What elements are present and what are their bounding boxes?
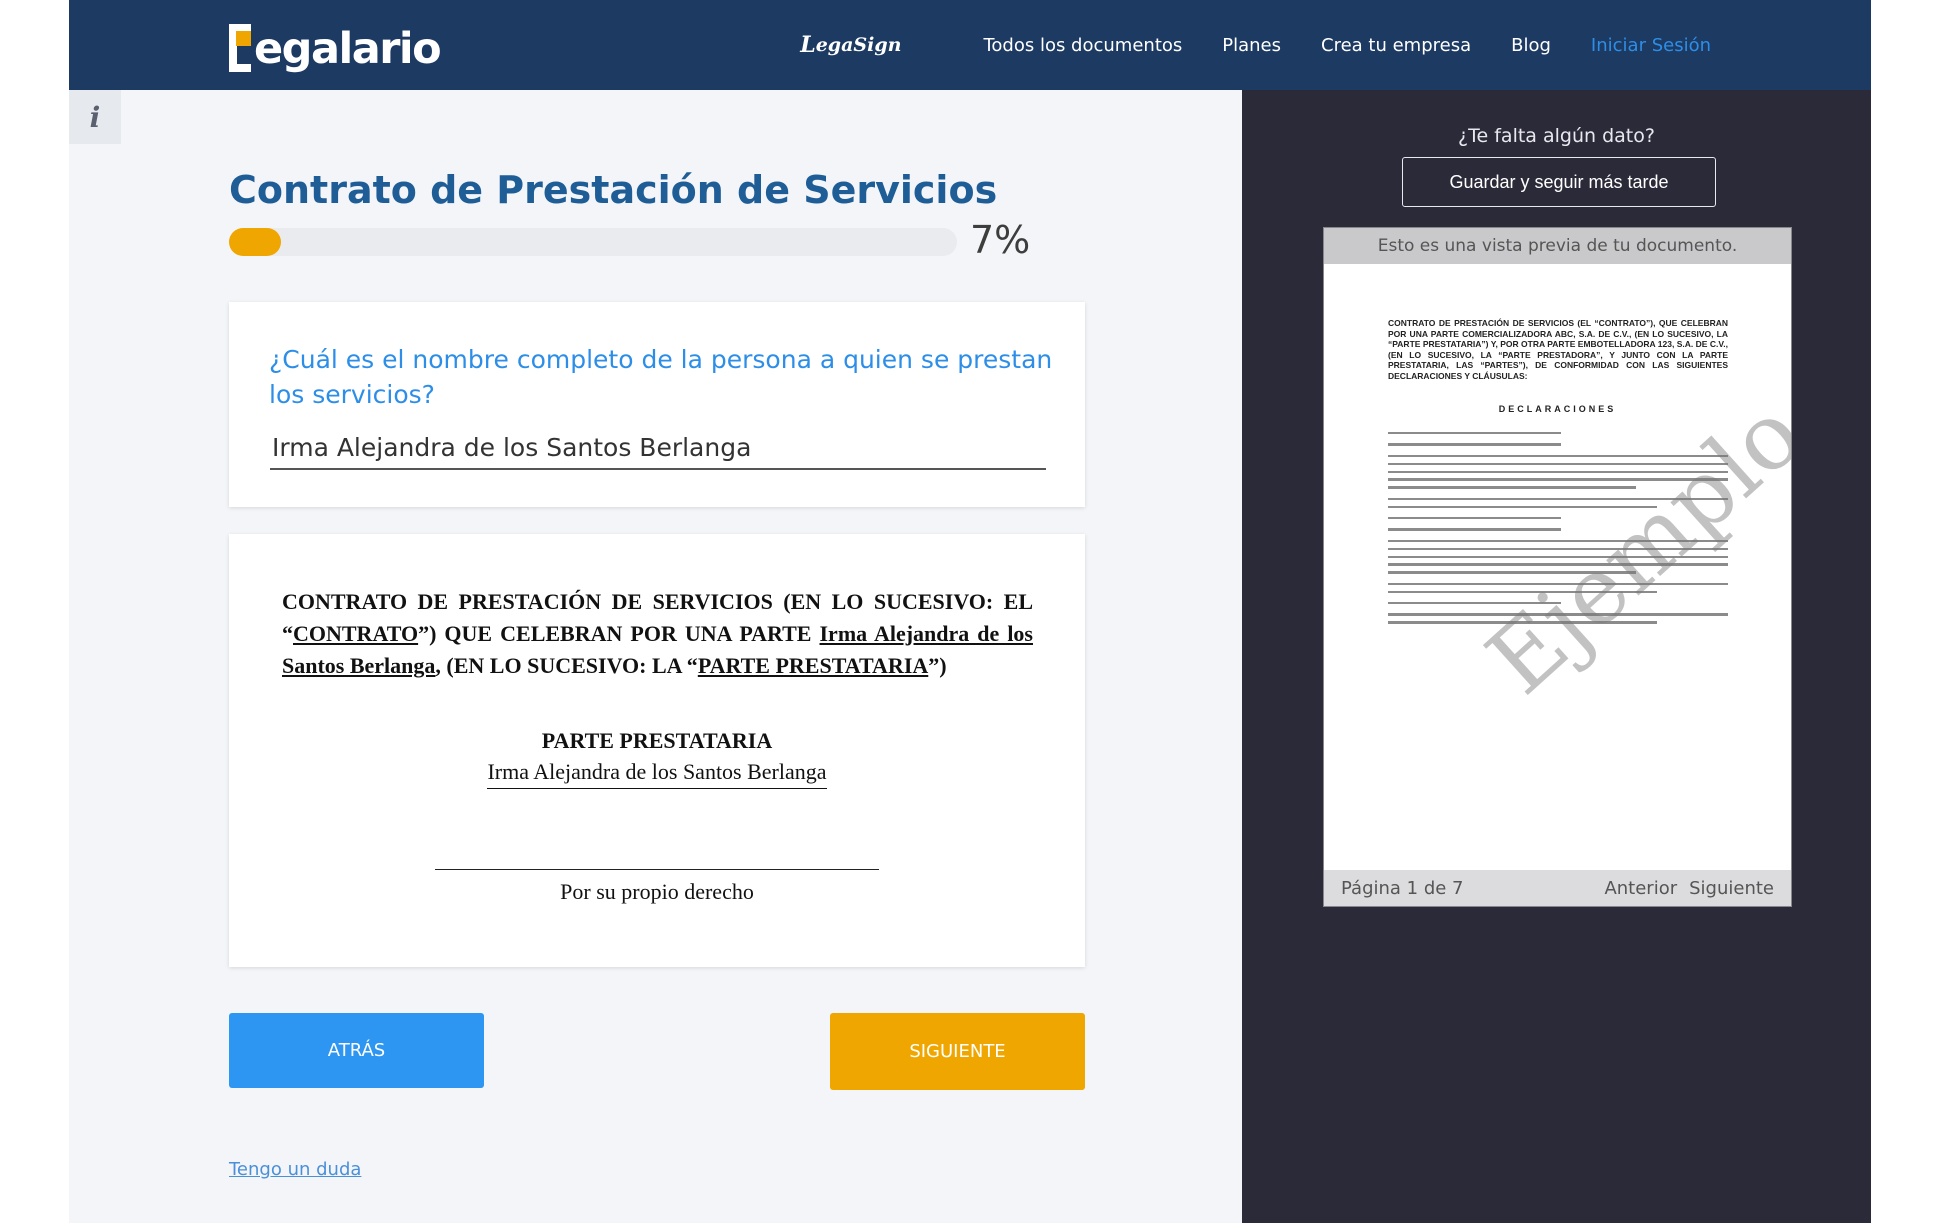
signature-party-heading: PARTE PRESTATARIA [541,728,773,753]
signature-party-name: Irma Alejandra de los Santos Berlanga [487,759,827,789]
preview-text-line [1388,528,1562,531]
legalario-logo[interactable]: egalario [229,16,442,74]
legasign-label: egaSign [815,34,902,56]
preview-text-line [1388,432,1562,435]
preview-text-line [1388,517,1562,520]
progress-bar [229,228,957,256]
next-page-button[interactable]: Siguiente [1689,878,1774,899]
preview-text-line [1388,443,1562,446]
nav-create-company[interactable]: Crea tu empresa [1321,35,1471,56]
signature-line [435,869,879,870]
preview-page[interactable]: CONTRATO DE PRESTACIÓN DE SERVICIOS (EL … [1324,264,1791,850]
legasign-link[interactable]: LegaSign [800,32,901,58]
app: egalario LegaSign Todos los documentos P… [69,0,1871,1223]
info-button[interactable]: i [69,90,121,144]
help-link[interactable]: Tengo un duda [229,1159,361,1180]
doc-term-contrato: CONTRATO [293,621,419,646]
progress-fill [229,228,282,256]
progress-percent: 7% [970,218,1031,262]
preview-header: Esto es una vista previa de tu documento… [1324,228,1791,264]
next-button[interactable]: SIGUIENTE [830,1013,1085,1090]
doc-term-parte-prestataria: PARTE PRESTATARIA [697,653,929,678]
preview-paragraph [1388,432,1728,435]
logo-text: egalario [254,24,442,74]
preview-text-line [1388,486,1637,489]
pager: Anterior Siguiente [1604,878,1774,899]
question-card: ¿Cuál es el nombre completo de la person… [229,302,1085,507]
question-label: ¿Cuál es el nombre completo de la person… [269,345,1053,409]
logo-mark-icon [229,24,253,74]
answer-input[interactable] [270,426,1046,470]
doc-text-2: ”) QUE CELEBRAN POR UNA PARTE [418,621,820,646]
preview-doc-title: CONTRATO DE PRESTACIÓN DE SERVICIOS (EL … [1388,318,1728,381]
back-button[interactable]: ATRÁS [229,1013,484,1088]
doc-text-4: ”) [928,653,947,678]
signature-party-name-wrap: Irma Alejandra de los Santos Berlanga [229,759,1085,789]
nav-login[interactable]: Iniciar Sesión [1591,35,1711,56]
nav-all-documents[interactable]: Todos los documentos [983,35,1182,56]
top-navbar: egalario LegaSign Todos los documentos P… [69,0,1871,90]
save-later-button[interactable]: Guardar y seguir más tarde [1402,157,1716,207]
nav-blog[interactable]: Blog [1511,35,1551,56]
preview-footer: Página 1 de 7 Anterior Siguiente [1324,870,1791,906]
info-icon: i [89,100,101,134]
doc-text-3: , (EN LO SUCESIVO: LA “ [435,653,698,678]
legasign-logo-icon: L [800,32,816,58]
document-preview: Esto es una vista previa de tu documento… [1324,228,1791,906]
document-excerpt-card: CONTRATO DE PRESTACIÓN DE SERVICIOS (EN … [229,534,1085,967]
document-excerpt: CONTRATO DE PRESTACIÓN DE SERVICIOS (EN … [282,586,1033,682]
prev-page-button[interactable]: Anterior [1604,878,1677,899]
main-nav: LegaSign Todos los documentos Planes Cre… [800,0,1711,90]
form-panel: i Contrato de Prestación de Servicios 7%… [69,90,1242,1223]
page-indicator: Página 1 de 7 [1341,877,1464,899]
missing-data-prompt: ¿Te falta algún dato? [1458,125,1655,147]
nav-plans[interactable]: Planes [1222,35,1281,56]
signature-caption: Por su propio derecho [560,879,754,904]
preview-sidebar: ¿Te falta algún dato? Guardar y seguir m… [1242,90,1871,1223]
page-title: Contrato de Prestación de Servicios [229,168,998,212]
